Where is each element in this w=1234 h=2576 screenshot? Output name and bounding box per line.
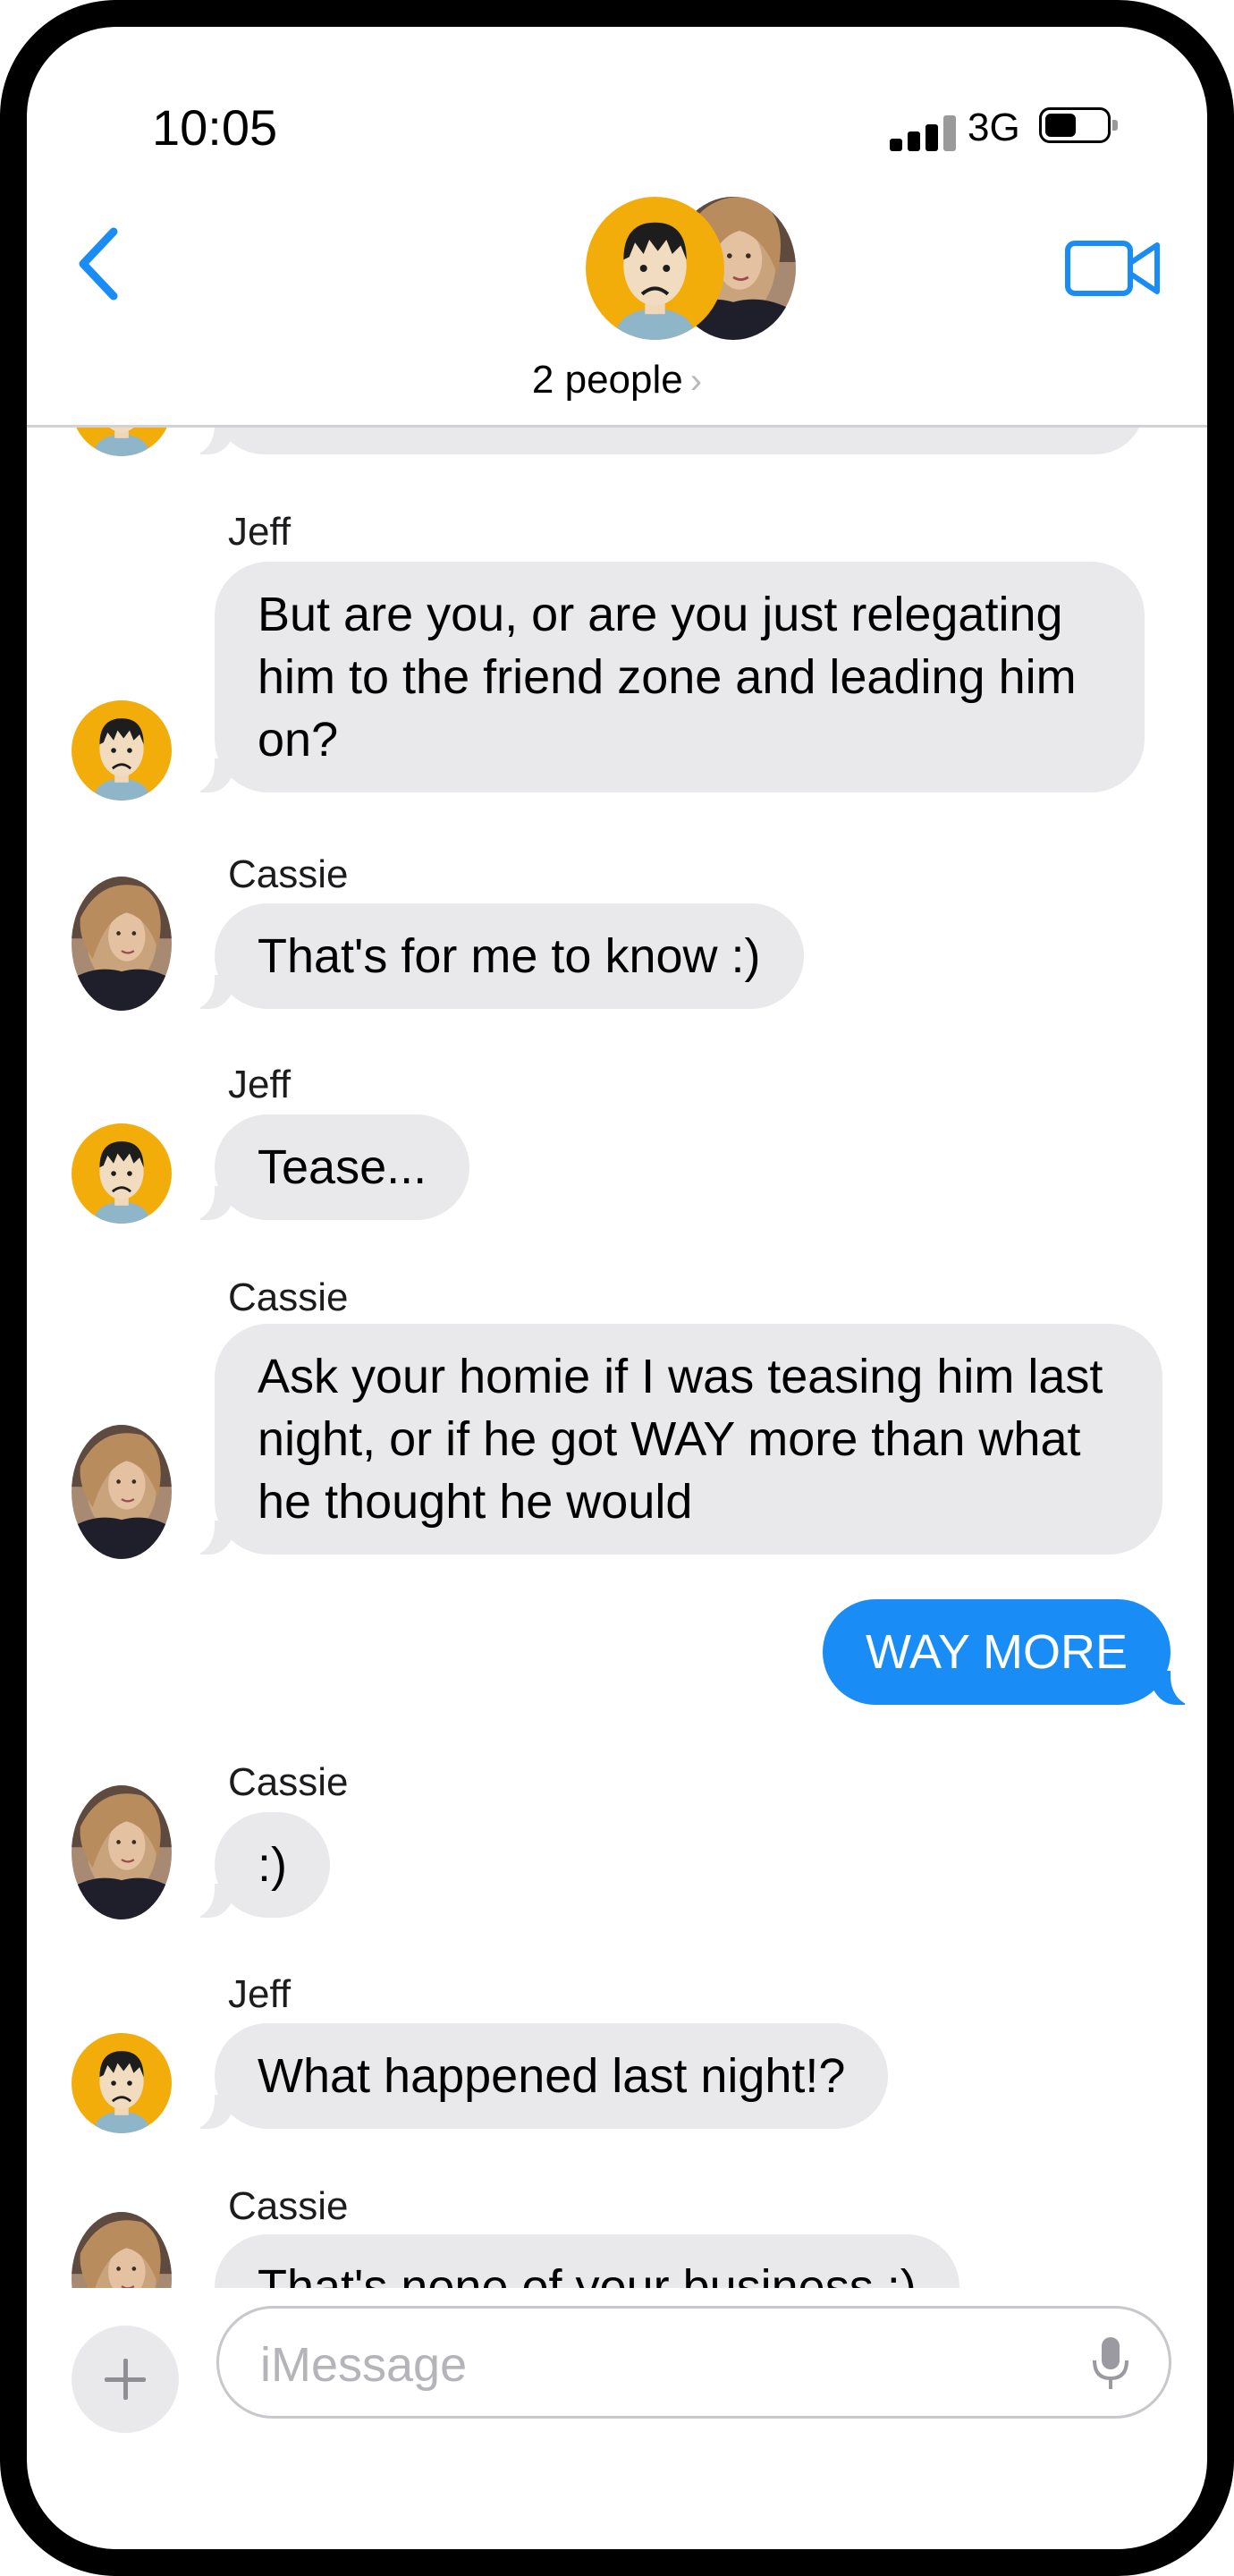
chevron-left-icon[interactable]: [67, 219, 130, 309]
message-bubble-incoming[interactable]: Tease...: [187, 1114, 470, 1220]
video-camera-icon[interactable]: [1064, 233, 1162, 304]
battery-icon: [1039, 107, 1118, 143]
sender-name: Cassie: [228, 2184, 349, 2228]
participants-label: 2 people: [531, 358, 683, 402]
message-bubble-incoming[interactable]: But are you, or are you just relegating …: [188, 562, 1145, 792]
participants-button[interactable]: 2 people ›: [27, 358, 1207, 402]
message-thread[interactable]: Jeff But are you, or are you just relega…: [27, 428, 1207, 2288]
avatar-jeff[interactable]: [72, 2033, 172, 2133]
avatar-cassie[interactable]: [72, 1425, 172, 1559]
group-avatar-jeff[interactable]: [586, 197, 724, 340]
signal-bars-icon: [890, 112, 961, 151]
message-bubble-incoming[interactable]: What happened last night!?: [187, 2023, 889, 2129]
message-bubble-incoming[interactable]: That's none of your business ;): [215, 2234, 959, 2288]
avatar-partial[interactable]: [72, 428, 172, 456]
avatar-jeff[interactable]: [72, 1123, 172, 1224]
plus-icon[interactable]: [72, 2326, 179, 2433]
sender-name: Jeff: [228, 1063, 292, 1106]
avatar-cassie[interactable]: [72, 1785, 172, 1919]
chevron-right-icon: ›: [689, 361, 703, 401]
sender-name: Cassie: [228, 1760, 349, 1804]
message-bubble-partial[interactable]: [188, 428, 1145, 454]
avatar-jeff[interactable]: [72, 700, 172, 801]
sender-name: Cassie: [228, 1275, 349, 1319]
message-bubble-incoming[interactable]: Ask your homie if I was teasing him last…: [188, 1324, 1162, 1555]
sender-name: Jeff: [228, 510, 292, 554]
message-bubble-incoming[interactable]: That's for me to know :): [188, 903, 804, 1009]
message-bubble-outgoing[interactable]: WAY MORE: [823, 1599, 1198, 1705]
avatar-cassie[interactable]: [72, 2212, 172, 2288]
avatar-cassie[interactable]: [72, 877, 172, 1011]
sender-name: Jeff: [228, 1972, 292, 2016]
phone-frame: 10:05 3G 2 people › Jeff But are you, or …: [0, 0, 1234, 2576]
network-type: 3G: [968, 106, 1020, 149]
message-input-placeholder: iMessage: [260, 2338, 468, 2392]
message-bubble-incoming[interactable]: :): [188, 1812, 330, 1918]
sender-name: Cassie: [228, 852, 349, 896]
microphone-icon[interactable]: [1088, 2334, 1133, 2393]
message-input[interactable]: iMessage: [216, 2306, 1171, 2419]
status-time: 10:05: [152, 99, 278, 156]
